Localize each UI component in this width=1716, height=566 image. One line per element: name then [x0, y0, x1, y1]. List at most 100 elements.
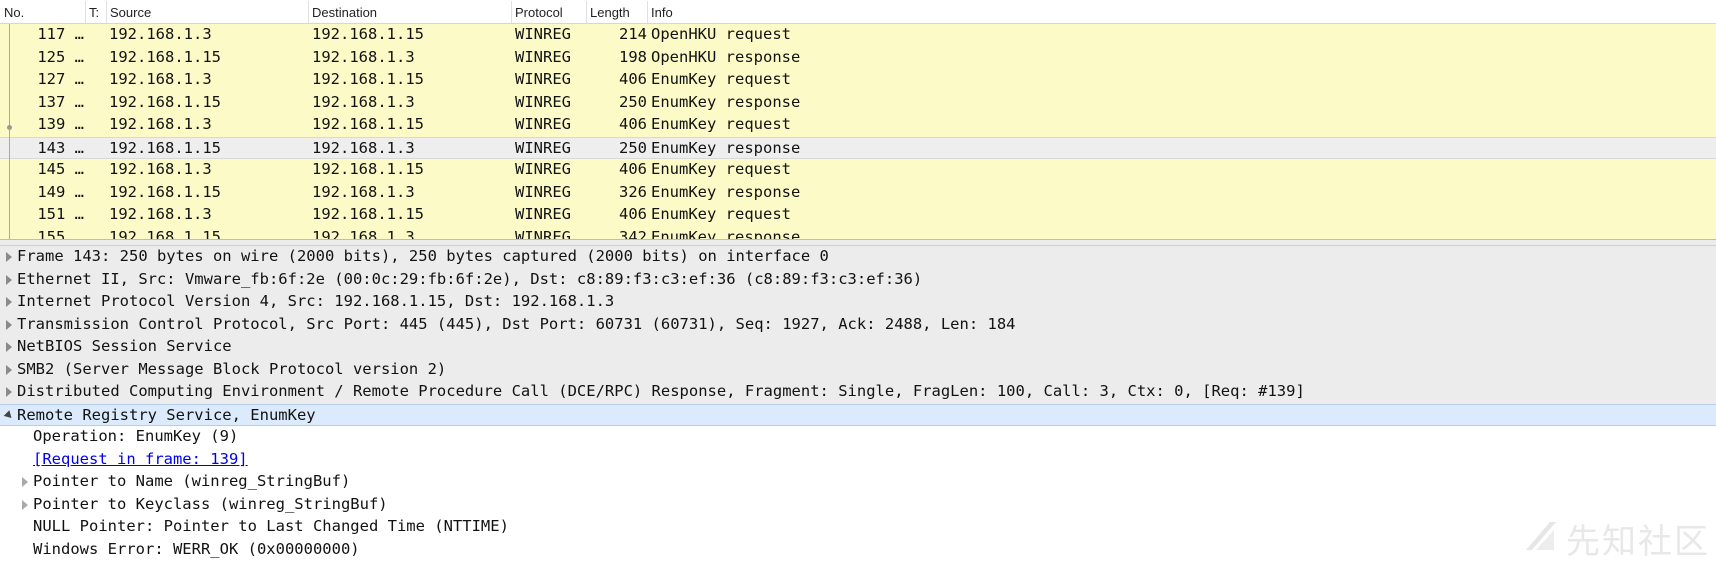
column-header-destination[interactable]: Destination [307, 1, 377, 23]
column-header-no[interactable]: No. [4, 5, 24, 20]
packet-info: EnumKey response [651, 138, 801, 157]
packet-destination: 192.168.1.3 [312, 182, 415, 201]
tree-item-tcp[interactable]: Transmission Control Protocol, Src Port:… [0, 313, 1716, 336]
tree-item-label: Ethernet II, Src: Vmware_fb:6f:2e (00:0c… [17, 269, 923, 288]
tree-item-label: Internet Protocol Version 4, Src: 192.16… [17, 292, 615, 310]
packet-protocol: WINREG [515, 92, 571, 111]
packet-length: 250 [619, 92, 647, 111]
column-header-protocol[interactable]: Protocol [511, 1, 563, 23]
tree-item-ip[interactable]: Internet Protocol Version 4, Src: 192.16… [0, 291, 1716, 314]
packet-protocol: WINREG [515, 70, 571, 88]
packet-row[interactable]: 127 … 192.168.1.3 192.168.1.15 WINREG 40… [0, 69, 1716, 92]
tree-item-label: Windows Error: WERR_OK (0x00000000) [33, 539, 360, 558]
packet-number: 117 … [37, 25, 84, 43]
expand-arrow-icon[interactable] [6, 252, 12, 262]
packet-source: 192.168.1.3 [109, 205, 212, 223]
tree-item-label: NULL Pointer: Pointer to Last Changed Ti… [33, 517, 509, 535]
expand-arrow-icon[interactable] [6, 364, 12, 375]
packet-protocol: WINREG [515, 182, 571, 201]
packet-details-tree[interactable]: Frame 143: 250 bytes on wire (2000 bits)… [0, 246, 1716, 566]
packet-row[interactable]: 117 … 192.168.1.3 192.168.1.15 WINREG 21… [0, 24, 1716, 47]
packet-row[interactable]: 151 … 192.168.1.3 192.168.1.15 WINREG 40… [0, 204, 1716, 227]
packet-list[interactable]: 117 … 192.168.1.3 192.168.1.15 WINREG 21… [0, 24, 1716, 240]
packet-length: 250 [619, 138, 647, 157]
packet-length: 406 [619, 160, 647, 178]
tree-item-null-pointer[interactable]: NULL Pointer: Pointer to Last Changed Ti… [0, 516, 1716, 539]
packet-protocol: WINREG [515, 25, 571, 43]
packet-destination: 192.168.1.15 [312, 25, 424, 43]
packet-source: 192.168.1.15 [109, 182, 221, 201]
tree-item-smb2[interactable]: SMB2 (Server Message Block Protocol vers… [0, 358, 1716, 381]
tree-item-operation[interactable]: Operation: EnumKey (9) [0, 426, 1716, 449]
packet-row[interactable]: 125 … 192.168.1.15 192.168.1.3 WINREG 19… [0, 46, 1716, 69]
packet-row[interactable]: 139 … 192.168.1.3 192.168.1.15 WINREG 40… [0, 114, 1716, 137]
column-header-source[interactable]: Source [105, 1, 151, 23]
watermark-text: 先知社区 [1566, 522, 1710, 562]
tree-item-label: SMB2 (Server Message Block Protocol vers… [17, 359, 447, 378]
packet-row[interactable]: 145 … 192.168.1.3 192.168.1.15 WINREG 40… [0, 159, 1716, 182]
packet-destination: 192.168.1.15 [312, 205, 424, 223]
packet-info: EnumKey request [651, 205, 791, 223]
related-packets-gutter-line [9, 24, 10, 240]
packet-destination: 192.168.1.15 [312, 115, 424, 133]
column-header-info[interactable]: Info [647, 1, 673, 23]
packet-source: 192.168.1.3 [109, 115, 212, 133]
packet-length: 406 [619, 205, 647, 223]
packet-source: 192.168.1.15 [109, 138, 221, 157]
packet-row-selected[interactable]: 143 … 192.168.1.15 192.168.1.3 WINREG 25… [0, 136, 1716, 159]
packet-length: 326 [619, 182, 647, 201]
packet-row[interactable]: 155 … 192.168.1.15 192.168.1.3 WINREG 34… [0, 226, 1716, 240]
watermark-logo-icon [1526, 522, 1556, 550]
packet-info: EnumKey request [651, 70, 791, 88]
packet-number: 149 … [37, 182, 84, 201]
request-frame-link[interactable]: [Request in frame: 139] [33, 450, 248, 468]
tree-item-label: Distributed Computing Environment / Remo… [17, 382, 1305, 400]
packet-source: 192.168.1.3 [109, 25, 212, 43]
tree-item-netbios[interactable]: NetBIOS Session Service [0, 336, 1716, 359]
packet-info: EnumKey response [651, 92, 801, 111]
packet-number: 143 … [37, 138, 84, 157]
tree-item-dcerpc[interactable]: Distributed Computing Environment / Remo… [0, 381, 1716, 404]
expand-arrow-icon[interactable] [22, 477, 28, 487]
tree-item-name-pointer[interactable]: Pointer to Name (winreg_StringBuf) [0, 471, 1716, 494]
packet-info: EnumKey response [651, 182, 801, 201]
column-header-time[interactable]: T: [84, 1, 99, 23]
packet-source: 192.168.1.3 [109, 160, 212, 178]
tree-item-winreg[interactable]: Remote Registry Service, EnumKey [0, 403, 1716, 426]
expand-arrow-icon[interactable] [22, 499, 28, 510]
tree-item-label: Frame 143: 250 bytes on wire (2000 bits)… [17, 247, 829, 265]
packet-list-header: No. T: Source Destination Protocol Lengt… [0, 0, 1716, 24]
packet-info: EnumKey request [651, 115, 791, 133]
tree-item-keyclass-pointer[interactable]: Pointer to Keyclass (winreg_StringBuf) [0, 493, 1716, 516]
tree-item-ethernet[interactable]: Ethernet II, Src: Vmware_fb:6f:2e (00:0c… [0, 268, 1716, 291]
packet-destination: 192.168.1.3 [312, 92, 415, 111]
packet-info: OpenHKU request [651, 25, 791, 43]
tree-item-windows-error[interactable]: Windows Error: WERR_OK (0x00000000) [0, 538, 1716, 561]
pane-splitter[interactable] [0, 239, 1716, 246]
expand-arrow-icon[interactable] [6, 274, 12, 285]
expand-arrow-icon[interactable] [6, 342, 12, 352]
expand-arrow-icon[interactable] [6, 297, 12, 307]
packet-length: 406 [619, 70, 647, 88]
column-header-length[interactable]: Length [586, 1, 630, 23]
expand-arrow-icon[interactable] [6, 387, 12, 397]
packet-number: 145 … [37, 160, 84, 178]
expand-arrow-icon[interactable] [6, 319, 12, 330]
tree-item-frame[interactable]: Frame 143: 250 bytes on wire (2000 bits)… [0, 246, 1716, 269]
collapse-arrow-icon[interactable] [3, 409, 15, 421]
packet-destination: 192.168.1.15 [312, 70, 424, 88]
packet-row[interactable]: 137 … 192.168.1.15 192.168.1.3 WINREG 25… [0, 91, 1716, 114]
packet-protocol: WINREG [515, 138, 571, 157]
tree-item-label: Remote Registry Service, EnumKey [17, 405, 316, 424]
packet-info: OpenHKU response [651, 47, 801, 66]
packet-destination: 192.168.1.15 [312, 160, 424, 178]
packet-destination: 192.168.1.3 [312, 47, 415, 66]
tree-item-request-frame[interactable]: [Request in frame: 139] [0, 448, 1716, 471]
packet-number: 139 … [37, 115, 84, 133]
tree-item-label: Pointer to Name (winreg_StringBuf) [33, 472, 351, 490]
packet-number: 127 … [37, 70, 84, 88]
tree-item-label: Transmission Control Protocol, Src Port:… [17, 314, 1016, 333]
packet-length: 406 [619, 115, 647, 133]
packet-row[interactable]: 149 … 192.168.1.15 192.168.1.3 WINREG 32… [0, 181, 1716, 204]
packet-source: 192.168.1.3 [109, 70, 212, 88]
